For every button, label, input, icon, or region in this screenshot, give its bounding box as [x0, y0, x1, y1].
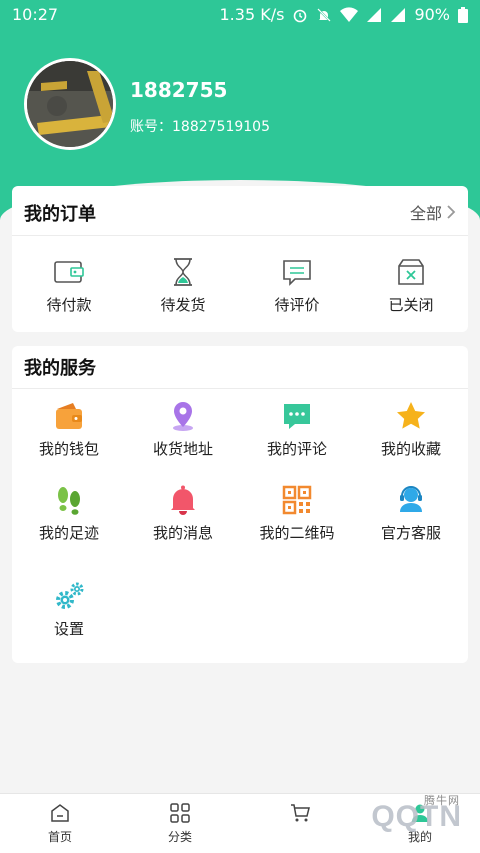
service-settings[interactable]: 设置	[12, 580, 126, 639]
battery-icon	[458, 6, 468, 23]
service-messages[interactable]: 我的消息	[126, 484, 240, 543]
orders-title: 我的订单	[24, 204, 96, 225]
tab-home[interactable]: 首页	[0, 802, 120, 845]
order-pending-review[interactable]: 待评价	[240, 256, 354, 315]
wifi-icon	[340, 6, 359, 22]
service-label: 收货地址	[152, 440, 213, 458]
orders-view-all-link[interactable]: 全部	[410, 200, 456, 224]
service-wallet[interactable]: 我的钱包	[12, 400, 126, 459]
qr-code-icon	[282, 485, 312, 515]
service-comments[interactable]: 我的评论	[240, 400, 354, 459]
services-card: 我的服务 我的钱包 收货地址 我的评论 我的收藏 我的足迹 我的消息 我的二维码…	[12, 346, 468, 663]
account-number: 账号：18827519105	[130, 119, 270, 135]
avatar[interactable]	[24, 58, 116, 150]
bell-icon	[171, 485, 195, 515]
location-pin-icon	[173, 402, 193, 431]
services-divider	[12, 388, 468, 389]
order-pending-payment[interactable]: 待付款	[12, 256, 126, 315]
mute-bell-icon	[317, 7, 332, 22]
orders-divider	[12, 235, 468, 236]
service-footprints[interactable]: 我的足迹	[12, 484, 126, 543]
comment-outline-icon	[283, 260, 311, 286]
service-label: 我的二维码	[259, 524, 335, 542]
tab-label: 分类	[167, 830, 192, 844]
watermark: QQTN 腾牛网	[371, 795, 462, 834]
signal-icon-2	[391, 7, 406, 22]
chevron-right-icon	[447, 205, 456, 219]
orders-card: 我的订单 全部 待付款 待发货 待评价 已关闭	[12, 186, 468, 332]
service-address[interactable]: 收货地址	[126, 400, 240, 459]
star-icon	[397, 402, 425, 429]
service-label: 我的消息	[152, 524, 213, 542]
tab-cart[interactable]	[240, 802, 360, 828]
order-label: 已关闭	[388, 296, 434, 314]
order-label: 待发货	[160, 296, 206, 314]
network-speed: 1.35 K/s	[219, 5, 285, 24]
order-pending-shipment[interactable]: 待发货	[126, 256, 240, 315]
tab-label: 首页	[47, 830, 72, 844]
home-icon	[51, 804, 69, 822]
alarm-icon	[294, 9, 307, 22]
wallet-outline-icon	[54, 261, 84, 283]
grid-icon	[170, 803, 190, 823]
chat-bubble-icon	[284, 404, 310, 429]
username: 1882755	[130, 78, 228, 102]
status-bar: 10:27 1.35 K/s 90%	[0, 0, 480, 30]
view-all-label: 全部	[409, 204, 442, 223]
service-customer-support[interactable]: 官方客服	[354, 484, 468, 543]
hourglass-icon	[174, 258, 192, 286]
tab-category[interactable]: 分类	[120, 802, 240, 845]
cart-icon	[291, 804, 310, 822]
order-closed[interactable]: 已关闭	[354, 256, 468, 315]
footprints-icon	[58, 487, 80, 515]
service-favorites[interactable]: 我的收藏	[354, 400, 468, 459]
service-label: 我的钱包	[38, 440, 99, 458]
order-label: 待付款	[46, 296, 92, 314]
closed-box-icon	[398, 259, 424, 285]
watermark-subtext: 腾牛网	[424, 795, 460, 807]
signal-icon	[367, 7, 382, 22]
gears-icon	[56, 582, 84, 609]
service-label: 官方客服	[380, 524, 441, 542]
battery-level: 90%	[414, 5, 450, 24]
order-label: 待评价	[274, 296, 320, 314]
service-label: 我的收藏	[380, 440, 441, 458]
service-qr-code[interactable]: 我的二维码	[240, 484, 354, 543]
service-label: 我的评论	[266, 440, 327, 458]
status-time: 10:27	[12, 5, 59, 24]
services-title: 我的服务	[24, 358, 96, 379]
headset-agent-icon	[400, 486, 422, 512]
service-label: 我的足迹	[38, 524, 99, 542]
service-label: 设置	[53, 620, 84, 638]
wallet-icon	[56, 403, 82, 429]
